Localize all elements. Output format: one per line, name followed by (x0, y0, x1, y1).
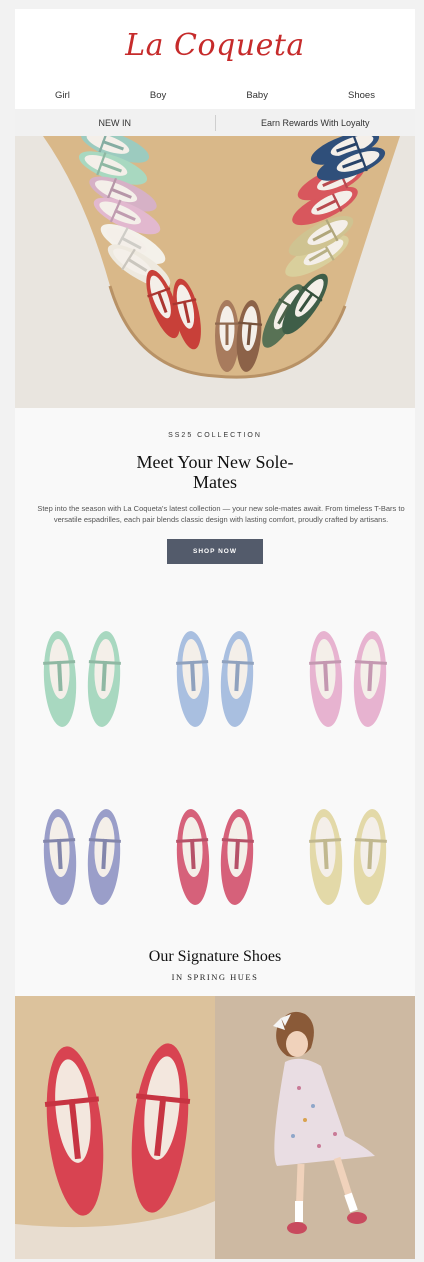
shoe-shape (354, 809, 388, 905)
intro-body: Step into the season with La Coqueta's l… (37, 504, 405, 524)
product-tile-pink-tbar-shoes[interactable] (282, 590, 415, 768)
girl-in-floral-dress-image[interactable] (215, 996, 415, 1259)
main-nav: Girl Boy Baby Shoes (15, 81, 415, 109)
product-image-raspberry-tbar-shoes (176, 809, 254, 905)
shoe-shape (42, 809, 76, 905)
header: La Coqueta (15, 9, 415, 81)
signature-subtitle: IN SPRING HUES (171, 972, 259, 982)
product-grid (15, 590, 415, 946)
shoe-shape (176, 631, 210, 727)
product-image-mint-tbar-shoes (42, 631, 121, 727)
hero-image-shoe-arc[interactable] (15, 136, 415, 408)
shop-now-button[interactable]: SHOP NOW (167, 539, 263, 564)
shoe-shape (42, 631, 76, 727)
shoe-shape (176, 809, 210, 905)
email-container: La Coqueta Girl Boy Baby Shoes NEW IN Ea… (15, 9, 415, 1259)
brand-logo[interactable]: La Coqueta (125, 28, 305, 63)
signature-title: Our Signature Shoes (148, 948, 282, 965)
nav-item-boy[interactable]: Boy (150, 90, 166, 101)
girl-left-shoe (287, 1222, 307, 1234)
signature-section: Our Signature Shoes IN SPRING HUES (15, 946, 415, 996)
product-tile-raspberry-tbar-shoes[interactable] (148, 768, 281, 946)
product-tile-mint-tbar-shoes[interactable] (15, 590, 148, 768)
shoe-shape (309, 631, 343, 727)
intro-headline: Meet Your New Sole-Mates (136, 452, 294, 492)
nav-item-girl[interactable]: Girl (55, 90, 70, 101)
nav-item-baby[interactable]: Baby (246, 90, 268, 101)
shoe-shape (87, 631, 121, 727)
promo-new-in-link[interactable]: NEW IN (15, 118, 215, 128)
girl-right-shoe (347, 1212, 367, 1224)
shoe-shape (87, 809, 121, 905)
signature-images (15, 996, 415, 1259)
collection-eyebrow: SS25 COLLECTION (168, 432, 262, 439)
product-image-gold-metallic-maryjane-shoes (309, 809, 388, 905)
product-tile-gold-metallic-maryjane-shoes[interactable] (282, 768, 415, 946)
shoe-shape (215, 300, 239, 372)
promo-loyalty-link[interactable]: Earn Rewards With Loyalty (216, 118, 416, 128)
promo-bar: NEW IN Earn Rewards With Loyalty (15, 109, 415, 136)
product-image-pink-tbar-shoes (309, 631, 388, 727)
shoe-shape (220, 809, 254, 905)
shoe-shape (309, 809, 343, 905)
intro-section: SS25 COLLECTION Meet Your New Sole-Mates… (15, 408, 415, 590)
product-tile-lavender-metallic-maryjane-shoes[interactable] (15, 768, 148, 946)
shoe-shape (220, 631, 254, 727)
product-image-blue-maryjane-shoes (176, 631, 254, 727)
nav-item-shoes[interactable]: Shoes (348, 90, 375, 101)
product-image-lavender-metallic-maryjane-shoes (42, 809, 121, 905)
product-tile-blue-maryjane-shoes[interactable] (148, 590, 281, 768)
red-tbar-shoes-image[interactable] (15, 996, 215, 1259)
shoe-shape (354, 631, 388, 727)
